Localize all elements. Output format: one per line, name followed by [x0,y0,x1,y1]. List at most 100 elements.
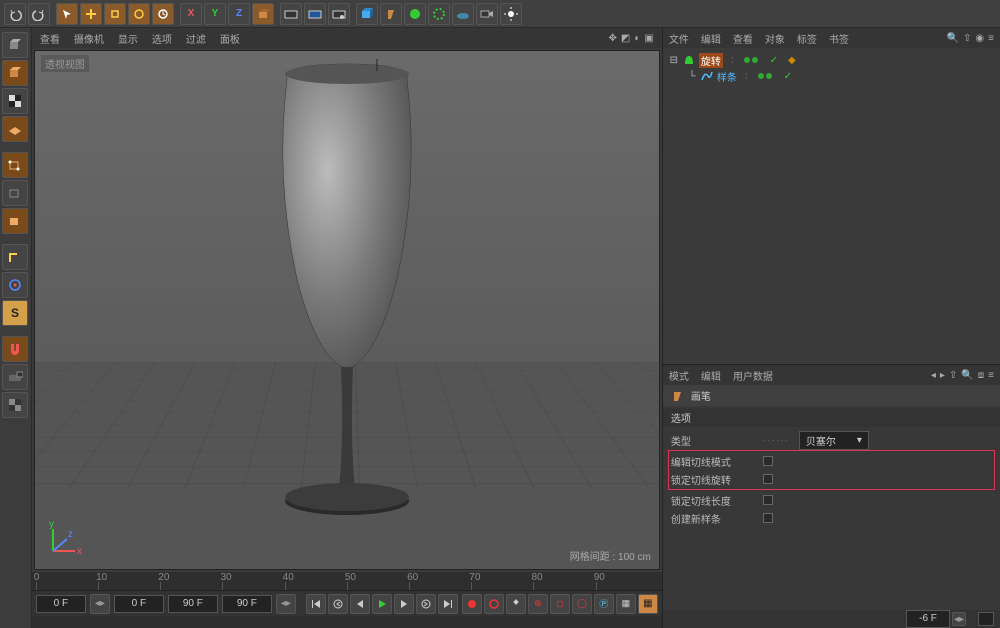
move-tool-button[interactable] [80,3,102,25]
recent-tool-button[interactable] [152,3,174,25]
autokey-button[interactable] [484,594,504,614]
om-menu-icon[interactable]: ≡ [988,33,994,44]
edit-tangent-checkbox[interactable] [763,456,773,466]
snap-toggle-button[interactable]: S [2,300,28,326]
make-editable-button[interactable] [2,32,28,58]
texture-mode-button[interactable] [2,88,28,114]
spline-pen-button[interactable] [380,3,402,25]
soft-select-button[interactable] [2,364,28,390]
environment-button[interactable] [452,3,474,25]
edge-mode-button[interactable] [2,180,28,206]
point-mode-button[interactable] [2,152,28,178]
om-home-icon[interactable]: ⇧ [963,33,971,44]
key-pos-button[interactable]: ⊕ [528,594,548,614]
material-slot-icon[interactable] [978,612,994,626]
am-nav-back-icon[interactable]: ◂ [931,370,936,381]
play-button[interactable] [372,594,392,614]
lock-tangent-len-checkbox[interactable] [763,495,773,505]
visibility-dot-icon[interactable] [744,57,750,63]
am-menu-icon[interactable]: ≡ [988,370,994,381]
timeline-end-spinner[interactable]: ◂▸ [276,594,296,614]
model-mode-button[interactable] [2,60,28,86]
om-menu-edit[interactable]: 编辑 [701,31,721,46]
timeline-start-spinner[interactable]: ◂▸ [90,594,110,614]
keyframe-sel-button[interactable] [506,594,526,614]
om-menu-bookmarks[interactable]: 书签 [829,31,849,46]
viewport-menu-view[interactable]: 查看 [40,31,60,46]
key-param-button[interactable]: Ⓟ [594,594,614,614]
key-scale-button[interactable]: ◻ [550,594,570,614]
viewport-nav-icon[interactable]: ✥ [609,33,617,44]
key-rot-button[interactable]: ◯ [572,594,592,614]
am-search-icon[interactable]: 🔍 [961,370,973,381]
am-nav-fwd-icon[interactable]: ▸ [940,370,945,381]
z-axis-button[interactable]: Z [228,3,250,25]
prev-key-button[interactable] [328,594,348,614]
primitive-button[interactable] [356,3,378,25]
next-frame-button[interactable] [394,594,414,614]
render-settings-button[interactable] [328,3,350,25]
tree-row-spline[interactable]: └ 样条 : ✓ [669,68,994,84]
object-name-spline[interactable]: 样条 [717,69,737,84]
next-key-button[interactable] [416,594,436,614]
viewport-solo-button[interactable] [2,392,28,418]
om-menu-tags[interactable]: 标签 [797,31,817,46]
viewport-menu-panel[interactable]: 面板 [220,31,240,46]
om-search-icon[interactable]: 🔍 [947,33,959,44]
live-select-button[interactable] [56,3,78,25]
timeline-current-field[interactable]: 0 F [114,595,164,613]
generator-button[interactable] [404,3,426,25]
check-icon[interactable]: ✓ [770,55,778,66]
timeline-ruler[interactable]: 0 10 20 30 40 50 60 70 80 90 [32,572,662,590]
om-menu-file[interactable]: 文件 [669,31,689,46]
render-picture-button[interactable] [304,3,326,25]
coord-system-button[interactable] [252,3,274,25]
viewport-rotate-icon[interactable]: ◐ [634,33,640,44]
x-axis-button[interactable]: X [180,3,202,25]
frame-field[interactable]: -6 F [906,610,950,628]
type-dropdown[interactable]: 贝塞尔▾ [799,431,869,450]
key-pla-button[interactable]: ▦ [616,594,636,614]
rotate-tool-button[interactable] [128,3,150,25]
om-eye-icon[interactable]: ◉ [975,33,984,44]
viewport-menu-options[interactable]: 选项 [152,31,172,46]
viewport-menu-filter[interactable]: 过滤 [186,31,206,46]
am-nav-up-icon[interactable]: ⇧ [949,370,957,381]
goto-end-button[interactable] [438,594,458,614]
light-button[interactable] [500,3,522,25]
render-view-button[interactable] [280,3,302,25]
attribute-section-options[interactable]: 选项 [663,408,1000,427]
lock-tangent-rot-checkbox[interactable] [763,474,773,484]
expand-toggle-icon[interactable]: ⊟ [669,55,679,66]
viewport-menu-display[interactable]: 显示 [118,31,138,46]
deformer-button[interactable] [428,3,450,25]
redo-button[interactable] [28,3,50,25]
viewport-max-icon[interactable]: ▣ [644,33,653,44]
record-button[interactable] [462,594,482,614]
render-dot-icon[interactable] [752,57,758,63]
am-menu-mode[interactable]: 模式 [669,368,689,383]
undo-button[interactable] [4,3,26,25]
workplane-mode-button[interactable] [2,116,28,142]
object-tree[interactable]: ⊟ 旋转 : ✓ ◆ └ 样条 : ✓ [663,48,1000,364]
scale-tool-button[interactable] [104,3,126,25]
tag-phong-icon[interactable]: ◆ [788,55,796,66]
viewport-zoom-icon[interactable]: ◩ [621,33,630,44]
timeline-end-field[interactable]: 90 F [168,595,218,613]
frame-spinner[interactable]: ◂▸ [952,612,966,626]
object-name-lathe[interactable]: 旋转 [699,53,723,68]
am-lock-icon[interactable]: ⧈ [978,370,984,381]
check-icon[interactable]: ✓ [784,71,792,82]
camera-button[interactable] [476,3,498,25]
timeline-start-field[interactable]: 0 F [36,595,86,613]
render-dot-icon[interactable] [766,73,772,79]
am-menu-userdata[interactable]: 用户数据 [733,368,773,383]
y-axis-button[interactable]: Y [204,3,226,25]
goto-start-button[interactable] [306,594,326,614]
tweak-mode-button[interactable] [2,272,28,298]
prev-frame-button[interactable] [350,594,370,614]
visibility-dot-icon[interactable] [758,73,764,79]
polygon-mode-button[interactable] [2,208,28,234]
tree-row-lathe[interactable]: ⊟ 旋转 : ✓ ◆ [669,52,994,68]
perspective-viewport[interactable]: 透视视图 [34,50,660,570]
